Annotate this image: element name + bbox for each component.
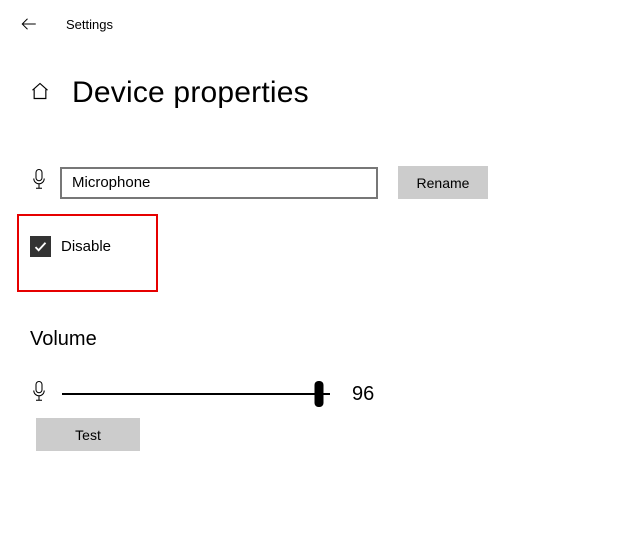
volume-value: 96 [352, 383, 374, 406]
rename-button[interactable]: Rename [398, 166, 488, 199]
app-title: Settings [66, 17, 113, 32]
volume-slider[interactable] [62, 378, 330, 410]
device-name-input[interactable] [60, 167, 378, 199]
disable-checkbox[interactable] [30, 236, 51, 257]
disable-label: Disable [61, 238, 111, 255]
slider-track [62, 393, 330, 395]
disable-checkbox-row[interactable]: Disable [30, 236, 111, 257]
home-icon[interactable] [30, 81, 50, 106]
back-icon[interactable] [20, 15, 38, 33]
device-name-row: Rename [30, 166, 644, 199]
microphone-icon [30, 380, 48, 409]
title-bar: Settings [0, 0, 644, 48]
volume-heading: Volume [30, 328, 97, 351]
volume-row: 96 [30, 378, 374, 410]
slider-thumb[interactable] [315, 381, 324, 407]
test-button[interactable]: Test [36, 418, 140, 451]
microphone-icon [30, 168, 48, 197]
page-heading-row: Device properties [30, 76, 644, 110]
page-title: Device properties [72, 76, 309, 110]
